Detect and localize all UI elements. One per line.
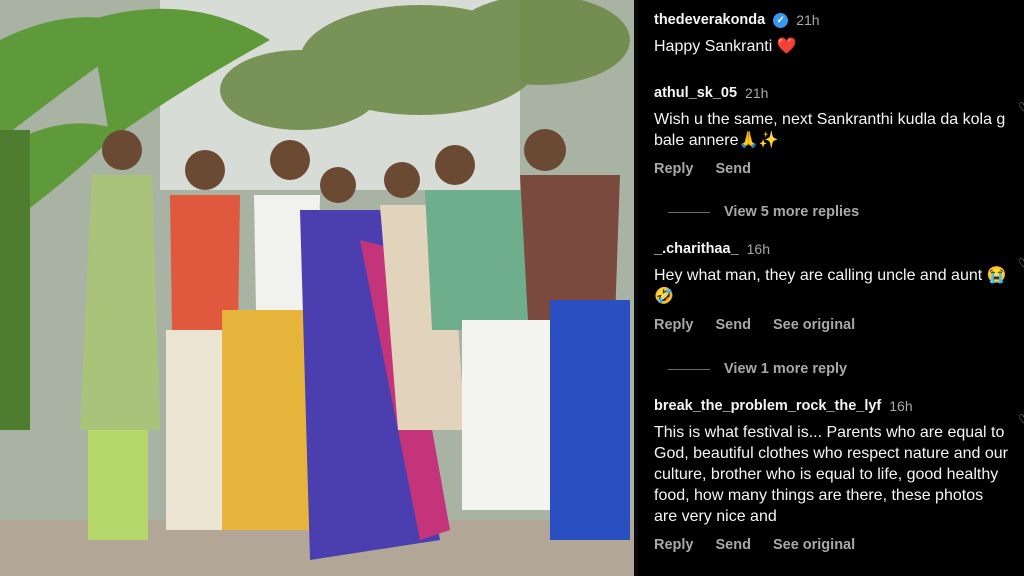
replies-line	[668, 368, 710, 370]
comment-text: Happy Sankranti ❤️	[654, 38, 797, 55]
heart-icon[interactable]: ♡	[1018, 100, 1024, 114]
replies-line	[668, 211, 710, 213]
send-button[interactable]: Send	[716, 537, 751, 553]
reply-button[interactable]: Reply	[654, 537, 694, 553]
comment-username[interactable]: _.charithaa_	[654, 241, 739, 257]
heart-icon[interactable]: ♡	[1018, 256, 1024, 270]
comment-item: _.charithaa_ 16h Hey what man, they are …	[654, 241, 1010, 333]
comment-item: athul_sk_05 21h Wish u the same, next Sa…	[654, 85, 1010, 177]
view-replies-label: View 1 more reply	[724, 361, 848, 377]
verified-badge-icon: ✓	[773, 12, 789, 28]
comment-item: break_the_problem_rock_the_lyf 16h This …	[654, 398, 1010, 553]
comment-time: 16h	[746, 241, 770, 257]
comment-time: 21h	[745, 85, 769, 101]
view-replies-button[interactable]: View 1 more reply	[668, 361, 847, 377]
send-button[interactable]: Send	[716, 161, 751, 177]
comment-time: 16h	[889, 398, 913, 414]
photo-illustration	[0, 0, 634, 576]
comment-text: Wish u the same, next Sankranthi kudla d…	[654, 111, 1006, 149]
comment-username[interactable]: athul_sk_05	[654, 85, 737, 101]
comment-time: 21h	[796, 12, 820, 28]
post-photo	[0, 0, 634, 576]
see-original-button[interactable]: See original	[773, 537, 855, 553]
heart-icon[interactable]: ♡	[1018, 412, 1024, 426]
comment-username[interactable]: thedeverakonda	[654, 12, 765, 28]
view-replies-button[interactable]: View 5 more replies	[668, 204, 859, 220]
send-button[interactable]: Send	[716, 317, 751, 333]
comment-item: thedeverakonda ✓ 21h Happy Sankranti ❤️	[654, 12, 1010, 57]
comments-panel: thedeverakonda ✓ 21h Happy Sankranti ❤️ …	[638, 0, 1024, 576]
reply-button[interactable]: Reply	[654, 161, 694, 177]
comment-username[interactable]: break_the_problem_rock_the_lyf	[654, 398, 881, 414]
see-original-button[interactable]: See original	[773, 317, 855, 333]
comment-text: This is what festival is... Parents who …	[654, 424, 1008, 525]
comment-text: Hey what man, they are calling uncle and…	[654, 267, 1007, 305]
reply-button[interactable]: Reply	[654, 317, 694, 333]
view-replies-label: View 5 more replies	[724, 204, 860, 220]
